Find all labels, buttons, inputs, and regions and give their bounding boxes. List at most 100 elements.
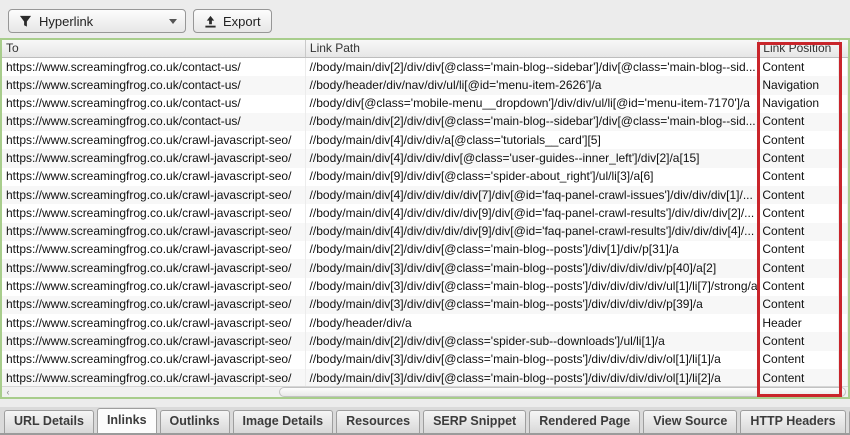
horizontal-scrollbar-thumb[interactable] <box>279 387 846 397</box>
column-header-link-path[interactable]: Link Path <box>306 40 759 57</box>
cell-spacer <box>839 332 848 350</box>
horizontal-scrollbar[interactable]: ‹ <box>2 386 848 397</box>
table-row[interactable]: https://www.screamingfrog.co.uk/contact-… <box>2 113 848 131</box>
cell-spacer <box>839 186 848 204</box>
table-row[interactable]: https://www.screamingfrog.co.uk/crawl-ja… <box>2 314 848 332</box>
cell-link-path: //body/header/div/nav/div/ul/li[@id='men… <box>306 76 759 94</box>
column-header-link-position[interactable]: Link Position <box>759 40 840 57</box>
bottom-tab-bar: URL DetailsInlinksOutlinksImage DetailsR… <box>0 407 850 435</box>
table-row[interactable]: https://www.screamingfrog.co.uk/crawl-ja… <box>2 223 848 241</box>
cell-to: https://www.screamingfrog.co.uk/crawl-ja… <box>2 149 306 167</box>
cell-link-position: Content <box>758 168 839 186</box>
cell-link-path: //body/main/div[4]/div/div/div/div[9]/di… <box>306 204 759 222</box>
table-row[interactable]: https://www.screamingfrog.co.uk/contact-… <box>2 58 848 76</box>
cell-to: https://www.screamingfrog.co.uk/crawl-ja… <box>2 241 306 259</box>
cell-to: https://www.screamingfrog.co.uk/contact-… <box>2 76 306 94</box>
table-row[interactable]: https://www.screamingfrog.co.uk/contact-… <box>2 76 848 94</box>
cell-spacer <box>839 95 848 113</box>
table-header-row: To Link Path Link Position <box>2 40 848 58</box>
cell-to: https://www.screamingfrog.co.uk/crawl-ja… <box>2 314 306 332</box>
tab-image-details[interactable]: Image Details <box>233 410 334 433</box>
scrollbar-left-arrow-icon[interactable]: ‹ <box>2 387 14 397</box>
cell-link-position: Content <box>758 278 839 296</box>
cell-link-position: Content <box>758 259 839 277</box>
table-row[interactable]: https://www.screamingfrog.co.uk/crawl-ja… <box>2 332 848 350</box>
cell-to: https://www.screamingfrog.co.uk/crawl-ja… <box>2 259 306 277</box>
chevron-down-icon <box>169 19 177 24</box>
cell-link-path: //body/main/div[3]/div/div[@class='main-… <box>306 369 759 387</box>
table-row[interactable]: https://www.screamingfrog.co.uk/crawl-ja… <box>2 241 848 259</box>
filter-funnel-icon <box>19 15 32 28</box>
cell-to: https://www.screamingfrog.co.uk/crawl-ja… <box>2 131 306 149</box>
cell-to: https://www.screamingfrog.co.uk/crawl-ja… <box>2 351 306 369</box>
cell-link-path: //body/main/div[4]/div/div/div[@class='u… <box>306 149 759 167</box>
table-row[interactable]: https://www.screamingfrog.co.uk/crawl-ja… <box>2 131 848 149</box>
table-row[interactable]: https://www.screamingfrog.co.uk/crawl-ja… <box>2 168 848 186</box>
table-row[interactable]: https://www.screamingfrog.co.uk/crawl-ja… <box>2 259 848 277</box>
table-row[interactable]: https://www.screamingfrog.co.uk/crawl-ja… <box>2 369 848 387</box>
cell-spacer <box>839 241 848 259</box>
tab-view-source[interactable]: View Source <box>643 410 737 433</box>
cell-spacer <box>839 314 848 332</box>
cell-link-path: //body/main/div[4]/div/div/div/div[7]/di… <box>306 186 759 204</box>
export-upload-icon <box>204 15 217 28</box>
cell-link-position: Header <box>758 314 839 332</box>
cell-spacer <box>839 168 848 186</box>
cell-link-position: Navigation <box>758 76 839 94</box>
table-row[interactable]: https://www.screamingfrog.co.uk/crawl-ja… <box>2 204 848 222</box>
cell-link-path: //body/div[@class='mobile-menu__dropdown… <box>306 95 759 113</box>
filter-dropdown-label: Hyperlink <box>39 14 169 29</box>
cell-link-path: //body/main/div[2]/div/div[@class='spide… <box>306 332 759 350</box>
cell-link-path: //body/header/div/a <box>306 314 759 332</box>
cell-spacer <box>839 259 848 277</box>
cell-spacer <box>839 296 848 314</box>
tab-inlinks[interactable]: Inlinks <box>97 408 157 433</box>
table-row[interactable]: https://www.screamingfrog.co.uk/crawl-ja… <box>2 296 848 314</box>
tab-http-headers[interactable]: HTTP Headers <box>740 410 845 433</box>
tab-rendered-page[interactable]: Rendered Page <box>529 410 640 433</box>
cell-to: https://www.screamingfrog.co.uk/crawl-ja… <box>2 223 306 241</box>
tab-resources[interactable]: Resources <box>336 410 420 433</box>
table-row[interactable]: https://www.screamingfrog.co.uk/crawl-ja… <box>2 351 848 369</box>
cell-to: https://www.screamingfrog.co.uk/crawl-ja… <box>2 204 306 222</box>
cell-to: https://www.screamingfrog.co.uk/contact-… <box>2 58 306 76</box>
cell-spacer <box>839 351 848 369</box>
toolbar: Hyperlink Export <box>0 0 850 38</box>
cell-to: https://www.screamingfrog.co.uk/crawl-ja… <box>2 369 306 387</box>
cell-to: https://www.screamingfrog.co.uk/crawl-ja… <box>2 168 306 186</box>
cell-link-position: Content <box>758 223 839 241</box>
cell-link-position: Content <box>758 351 839 369</box>
column-header-spacer <box>840 40 848 57</box>
cell-link-position: Content <box>758 131 839 149</box>
cell-to: https://www.screamingfrog.co.uk/contact-… <box>2 95 306 113</box>
cell-link-position: Content <box>758 58 839 76</box>
cell-to: https://www.screamingfrog.co.uk/crawl-ja… <box>2 186 306 204</box>
cell-link-position: Content <box>758 113 839 131</box>
cell-link-path: //body/main/div[2]/div/div[@class='main-… <box>306 58 759 76</box>
tab-serp-snippet[interactable]: SERP Snippet <box>423 410 526 433</box>
tab-outlinks[interactable]: Outlinks <box>160 410 230 433</box>
cell-link-path: //body/main/div[4]/div/div/a[@class='tut… <box>306 131 759 149</box>
cell-spacer <box>839 204 848 222</box>
cell-spacer <box>839 223 848 241</box>
cell-spacer <box>839 369 848 387</box>
inlinks-table-panel: To Link Path Link Position https://www.s… <box>0 38 850 399</box>
cell-link-path: //body/main/div[4]/div/div/div/div[9]/di… <box>306 223 759 241</box>
table-row[interactable]: https://www.screamingfrog.co.uk/crawl-ja… <box>2 278 848 296</box>
filter-dropdown[interactable]: Hyperlink <box>8 9 186 33</box>
cell-link-position: Content <box>758 369 839 387</box>
export-button[interactable]: Export <box>193 9 272 33</box>
cell-link-path: //body/main/div[2]/div/div[@class='main-… <box>306 113 759 131</box>
cell-to: https://www.screamingfrog.co.uk/crawl-ja… <box>2 332 306 350</box>
column-header-to[interactable]: To <box>2 40 306 57</box>
cell-link-position: Content <box>758 296 839 314</box>
table-row[interactable]: https://www.screamingfrog.co.uk/crawl-ja… <box>2 186 848 204</box>
cell-spacer <box>839 149 848 167</box>
table-row[interactable]: https://www.screamingfrog.co.uk/crawl-ja… <box>2 149 848 167</box>
tab-url-details[interactable]: URL Details <box>4 410 94 433</box>
cell-link-position: Content <box>758 186 839 204</box>
cell-link-path: //body/main/div[3]/div/div[@class='main-… <box>306 259 759 277</box>
cell-link-position: Content <box>758 149 839 167</box>
cell-link-position: Navigation <box>758 95 839 113</box>
table-row[interactable]: https://www.screamingfrog.co.uk/contact-… <box>2 95 848 113</box>
